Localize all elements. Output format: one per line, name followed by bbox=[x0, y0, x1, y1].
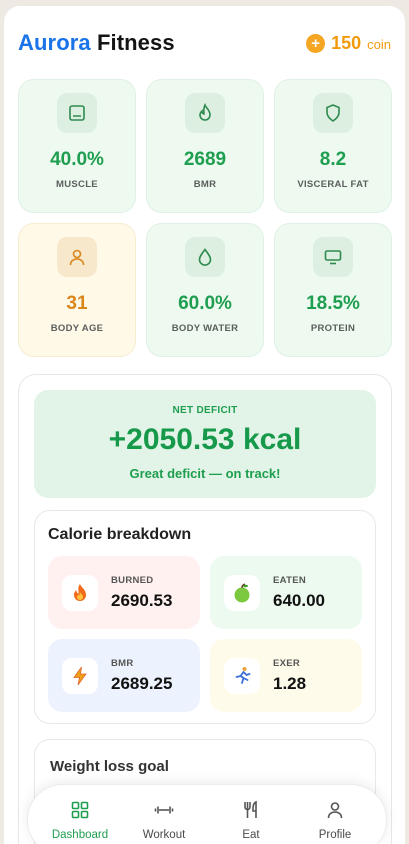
brand-part1: Aurora bbox=[18, 30, 91, 55]
net-deficit-card: NET DEFICIT +2050.53 kcal Great deficit … bbox=[34, 390, 376, 498]
metric-label: BODY WATER bbox=[171, 323, 239, 334]
bottom-nav: Dashboard Workout Eat Profile bbox=[27, 784, 387, 844]
metric-value: 18.5% bbox=[306, 293, 360, 314]
monitor-icon bbox=[313, 237, 353, 277]
shield-icon bbox=[313, 93, 353, 133]
droplet-icon bbox=[185, 237, 225, 277]
calorie-breakdown-card: Calorie breakdown BURNED 2690.53 EATEN 6… bbox=[34, 510, 376, 724]
nav-item-profile[interactable]: Profile bbox=[295, 799, 375, 841]
metric-card-body-water[interactable]: 60.0% BODY WATER bbox=[146, 223, 264, 357]
app-title: Aurora Fitness bbox=[18, 30, 175, 56]
tile-label: EXER bbox=[273, 657, 301, 669]
metric-label: BODY AGE bbox=[50, 323, 104, 334]
nav-label: Workout bbox=[142, 829, 186, 841]
fire-icon bbox=[62, 574, 98, 611]
metric-label: MUSCLE bbox=[56, 179, 98, 190]
tile-value: 1.28 bbox=[273, 673, 307, 693]
tile-label: BMR bbox=[111, 657, 134, 669]
fork-knife-icon bbox=[211, 799, 291, 821]
app-header: Aurora Fitness + 150 coin bbox=[18, 28, 391, 58]
metric-value: 2689 bbox=[183, 149, 227, 170]
breakdown-tile-eaten: EATEN 640.00 bbox=[210, 556, 362, 629]
nav-label: Eat bbox=[242, 829, 260, 841]
breakdown-tile-bmr: BMR 2689.25 bbox=[48, 639, 200, 712]
deficit-note: Great deficit — on track! bbox=[129, 466, 281, 481]
runner-icon bbox=[224, 657, 260, 694]
deficit-label: NET DEFICIT bbox=[172, 405, 238, 416]
nav-item-eat[interactable]: Eat bbox=[211, 799, 291, 841]
metric-value: 60.0% bbox=[178, 293, 232, 314]
breakdown-title: Calorie breakdown bbox=[48, 526, 192, 543]
coin-value: 150 bbox=[331, 32, 362, 53]
lightning-icon bbox=[62, 657, 98, 694]
app-screen: Aurora Fitness + 150 coin 40.0% MUSCLE 2… bbox=[4, 6, 405, 844]
breakdown-tile-exercise: EXER 1.28 bbox=[210, 639, 362, 712]
nav-item-dashboard[interactable]: Dashboard bbox=[40, 799, 120, 841]
breakdown-tile-burned: BURNED 2690.53 bbox=[48, 556, 200, 629]
summary-panel: NET DEFICIT +2050.53 kcal Great deficit … bbox=[18, 374, 392, 844]
metric-card-body-age[interactable]: 31 BODY AGE bbox=[18, 223, 136, 357]
dashboard-icon bbox=[40, 799, 120, 821]
tile-label: BURNED bbox=[111, 574, 154, 586]
metrics-grid: 40.0% MUSCLE 2689 BMR 8.2 VISCERAL FAT 3… bbox=[18, 79, 392, 357]
metric-label: VISCERAL FAT bbox=[297, 179, 369, 190]
nav-label: Profile bbox=[318, 829, 352, 841]
coin-icon: + bbox=[306, 33, 326, 53]
apple-icon bbox=[224, 574, 260, 611]
deficit-value: +2050.53 kcal bbox=[108, 423, 302, 456]
metric-value: 40.0% bbox=[50, 149, 104, 170]
metric-label: BMR bbox=[193, 179, 217, 190]
person-icon bbox=[57, 237, 97, 277]
metric-card-protein[interactable]: 18.5% PROTEIN bbox=[274, 223, 392, 357]
tile-value: 2689.25 bbox=[111, 673, 173, 693]
coin-balance[interactable]: + 150 coin bbox=[306, 33, 391, 54]
tile-value: 2690.53 bbox=[111, 590, 173, 610]
metric-card-visceral-fat[interactable]: 8.2 VISCERAL FAT bbox=[274, 79, 392, 213]
tablet-icon bbox=[57, 93, 97, 133]
dumbbell-icon bbox=[124, 799, 204, 821]
brand-part2: Fitness bbox=[96, 30, 175, 55]
metric-value: 8.2 bbox=[319, 149, 347, 170]
coin-unit: coin bbox=[367, 37, 391, 52]
nav-label: Dashboard bbox=[51, 829, 109, 841]
breakdown-grid: BURNED 2690.53 EATEN 640.00 BMR 2689.25 … bbox=[48, 556, 362, 712]
metric-card-bmr[interactable]: 2689 BMR bbox=[146, 79, 264, 213]
goal-title: Weight loss goal bbox=[50, 758, 169, 775]
flame-icon bbox=[185, 93, 225, 133]
metric-value: 31 bbox=[66, 293, 88, 314]
metric-label: PROTEIN bbox=[310, 323, 356, 334]
tile-value: 640.00 bbox=[273, 590, 325, 610]
tile-label: EATEN bbox=[273, 574, 306, 586]
metric-card-muscle[interactable]: 40.0% MUSCLE bbox=[18, 79, 136, 213]
nav-item-workout[interactable]: Workout bbox=[124, 799, 204, 841]
user-icon bbox=[295, 799, 375, 821]
